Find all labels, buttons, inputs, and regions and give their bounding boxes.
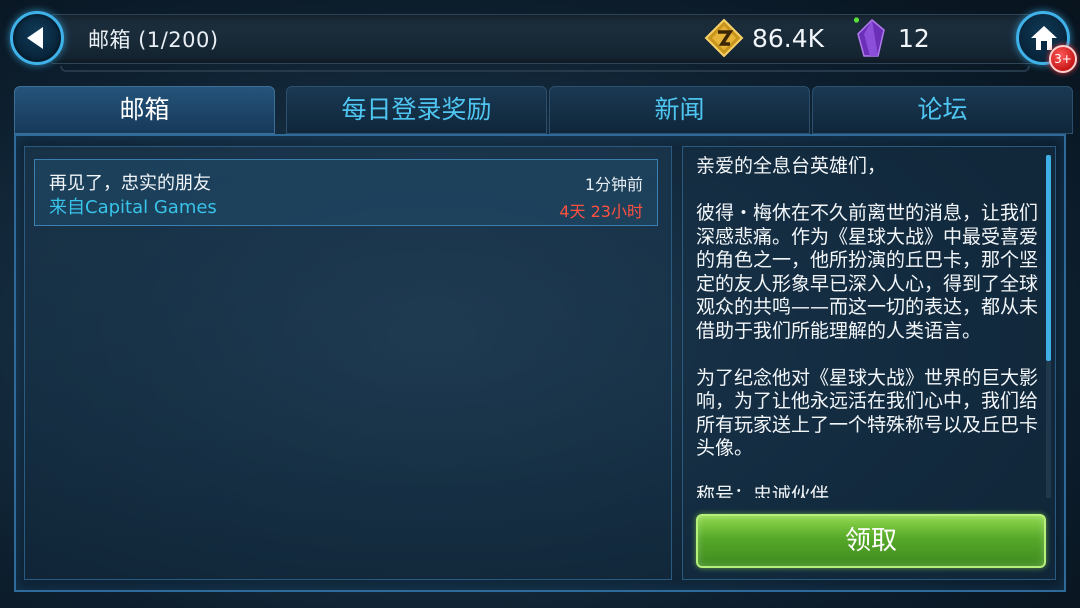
crystal-icon — [854, 17, 885, 57]
crystals-display[interactable]: 12 — [850, 17, 930, 58]
crystals-value: 12 — [898, 23, 930, 53]
credits-display: 86.4K — [704, 18, 824, 58]
back-button[interactable] — [10, 11, 64, 65]
mail-sender: 来自Capital Games — [49, 197, 217, 218]
claim-button[interactable]: 领取 — [696, 514, 1046, 568]
tab-daily-login-rewards[interactable]: 每日登录奖励 — [286, 86, 547, 134]
mail-expiry: 4天 23小时 — [559, 202, 643, 221]
tab-inbox[interactable]: 邮箱 — [14, 86, 275, 134]
mail-time: 1分钟前 — [584, 175, 643, 194]
credits-value: 86.4K — [752, 23, 825, 53]
tab-news[interactable]: 新闻 — [549, 86, 810, 134]
page-title: 邮箱 (1/200) — [88, 28, 219, 52]
scrollbar-thumb[interactable] — [1046, 155, 1051, 361]
notification-badge: 3+ — [1049, 45, 1077, 73]
mail-body-scrollbar[interactable] — [1046, 155, 1051, 498]
mail-subject: 再见了，忠实的朋友 — [49, 173, 211, 194]
top-bar: 邮箱 (1/200) 86.4K 12 3+ — [0, 0, 1080, 80]
tab-forum[interactable]: 论坛 — [812, 86, 1073, 134]
credits-icon — [704, 18, 744, 58]
top-bar-underline — [60, 66, 1030, 72]
mail-list-item[interactable]: 再见了，忠实的朋友 来自Capital Games 1分钟前 4天 23小时 — [34, 159, 658, 226]
back-arrow-icon — [27, 27, 43, 49]
mail-body[interactable]: 亲爱的全息台英雄们， 彼得・梅休在不久前离世的消息，让我们深感悲痛。作为《星球大… — [696, 155, 1046, 498]
